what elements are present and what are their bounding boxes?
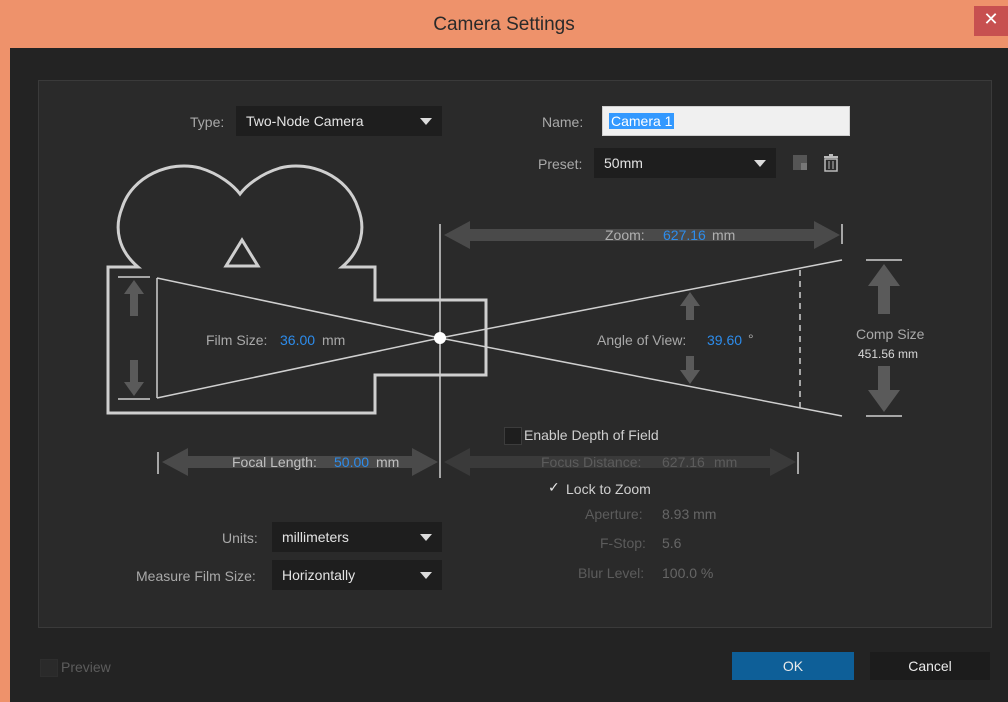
chevron-down-icon bbox=[754, 160, 766, 167]
blur-level-value: 100.0 % bbox=[662, 565, 714, 581]
preview-checkbox[interactable] bbox=[40, 659, 58, 677]
focus-distance-label: Focus Distance: bbox=[541, 454, 642, 470]
focal-length-unit: mm bbox=[376, 454, 400, 470]
focus-distance-unit: mm bbox=[714, 454, 738, 470]
aperture-label: Aperture: bbox=[585, 506, 643, 522]
zoom-label: Zoom: bbox=[605, 227, 645, 243]
zoom-value[interactable]: 627.16 bbox=[663, 227, 706, 243]
trash-icon[interactable] bbox=[820, 152, 842, 174]
lock-to-zoom-label: Lock to Zoom bbox=[566, 481, 651, 497]
dialog-client: Type: Two-Node Camera Name: Camera 1 Pre… bbox=[10, 48, 1008, 702]
focus-distance-value: 627.16 bbox=[662, 454, 705, 470]
fstop-label: F-Stop: bbox=[600, 535, 646, 551]
chevron-down-icon bbox=[420, 118, 432, 125]
preview-label: Preview bbox=[61, 659, 111, 675]
zoom-unit: mm bbox=[712, 227, 736, 243]
close-icon[interactable]: ✕ bbox=[974, 6, 1008, 36]
angle-of-view-value[interactable]: 39.60 bbox=[707, 332, 742, 348]
angle-of-view-label: Angle of View: bbox=[597, 332, 687, 348]
aperture-value: 8.93 mm bbox=[662, 506, 717, 522]
dialog-window: Camera Settings ✕ Type: Two-Node Camera … bbox=[0, 0, 1008, 702]
name-value: Camera 1 bbox=[609, 113, 675, 129]
measure-film-size-dropdown[interactable]: Horizontally bbox=[272, 560, 442, 590]
type-label: Type: bbox=[190, 114, 225, 130]
focal-length-value[interactable]: 50.00 bbox=[334, 454, 369, 470]
preset-value: 50mm bbox=[604, 155, 643, 171]
cancel-button[interactable]: Cancel bbox=[870, 652, 990, 680]
ok-button[interactable]: OK bbox=[732, 652, 854, 680]
preset-label: Preset: bbox=[538, 156, 583, 172]
blur-level-label: Blur Level: bbox=[578, 565, 645, 581]
units-label: Units: bbox=[222, 530, 258, 546]
camera-icon bbox=[106, 164, 488, 415]
comp-size-value: 451.56 mm bbox=[858, 347, 919, 361]
save-preset-icon[interactable] bbox=[790, 152, 812, 174]
film-size-arrows bbox=[124, 280, 144, 396]
focal-length-label: Focal Length: bbox=[232, 454, 317, 470]
comp-size-label: Comp Size bbox=[856, 326, 925, 342]
type-value: Two-Node Camera bbox=[246, 113, 364, 129]
units-dropdown[interactable]: millimeters bbox=[272, 522, 442, 552]
preset-dropdown[interactable]: 50mm bbox=[594, 148, 776, 178]
enable-depth-of-field-label: Enable Depth of Field bbox=[524, 427, 659, 443]
fstop-value: 5.6 bbox=[662, 535, 682, 551]
angle-of-view-unit: ° bbox=[748, 331, 754, 347]
units-value: millimeters bbox=[282, 529, 349, 545]
window-title: Camera Settings bbox=[433, 14, 575, 35]
lock-to-zoom-checkbox[interactable]: ✓ bbox=[548, 480, 560, 496]
title-bar: Camera Settings ✕ bbox=[0, 0, 1008, 48]
measure-film-size-value: Horizontally bbox=[282, 567, 356, 583]
name-label: Name: bbox=[542, 114, 584, 130]
name-input[interactable]: Camera 1 bbox=[602, 106, 850, 136]
chevron-down-icon bbox=[420, 534, 432, 541]
chevron-down-icon bbox=[420, 572, 432, 579]
film-size-unit: mm bbox=[322, 332, 346, 348]
camera-diagram bbox=[106, 164, 902, 478]
type-dropdown[interactable]: Two-Node Camera bbox=[236, 106, 442, 136]
enable-depth-of-field-checkbox[interactable] bbox=[504, 427, 522, 445]
film-size-value[interactable]: 36.00 bbox=[280, 332, 315, 348]
measure-film-size-label: Measure Film Size: bbox=[136, 568, 256, 584]
film-size-label: Film Size: bbox=[206, 332, 268, 348]
